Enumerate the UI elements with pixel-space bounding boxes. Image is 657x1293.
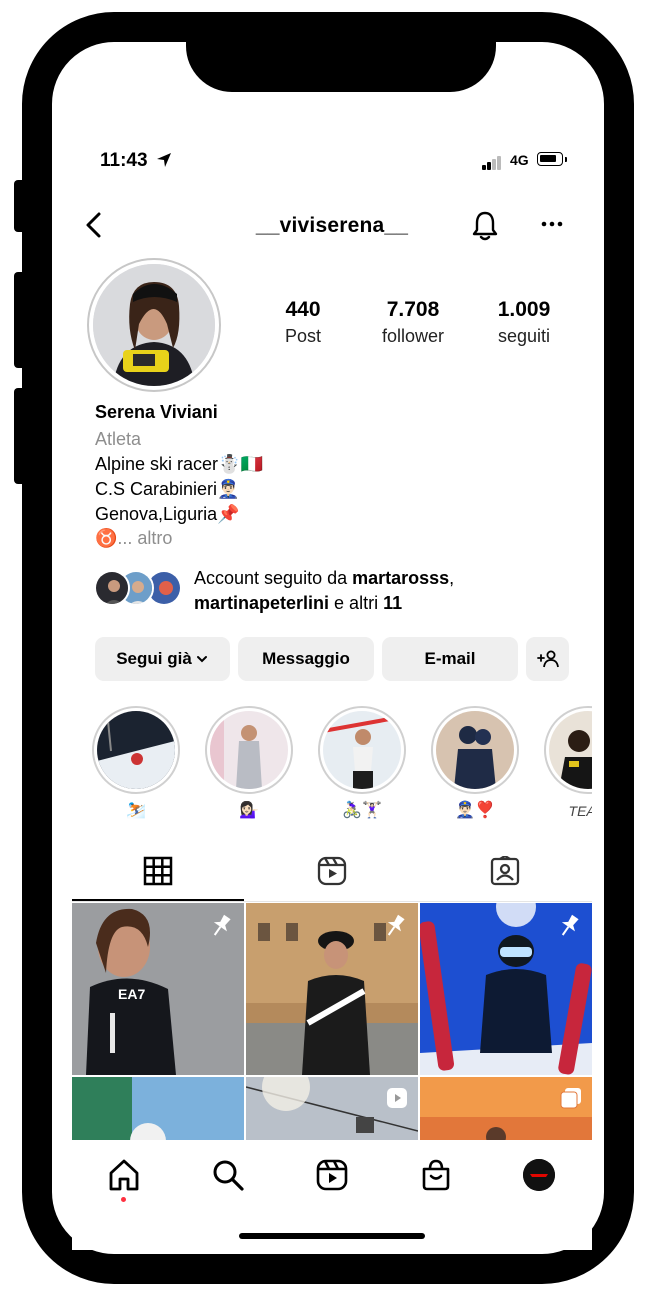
email-button-label: E-mail [424,649,476,668]
reels-icon[interactable] [317,856,347,886]
home-indicator [239,1233,425,1239]
carousel-icon [560,1088,581,1109]
bio-line-1: Alpine ski racer☃️🇮🇹 [95,454,263,474]
profile-username: __viviserena__ [255,214,409,237]
highlight-1[interactable] [92,706,180,794]
tagged-icon[interactable] [490,856,520,886]
battery-tip [565,157,567,162]
followed-by-middle: e altri [329,593,384,613]
followed-by-user-2: martinapeterlini [194,593,330,613]
bio-line-2: C.S Carabinieri👮🏻‍♂️ [95,479,240,499]
highlight-3[interactable] [318,706,406,794]
network-type: 4G [510,152,529,168]
pin-icon [387,914,405,936]
signal-icon [482,156,506,170]
stat-posts[interactable]: 440 Post [248,298,358,347]
location-arrow-icon [157,153,171,167]
highlight-5-image [549,711,592,789]
stat-following-value: 1.009 [497,298,551,321]
stat-followers-value: 7.708 [386,298,440,321]
profile-nav-avatar[interactable] [523,1159,555,1191]
highlight-5-label: TEAM [568,803,592,819]
followed-by-sep: , [449,568,455,588]
highlight-4-label: 👮🏻‍♂️❣️ [455,802,495,819]
following-button[interactable]: Segui già [95,637,230,681]
more-link[interactable]: ... altro [117,528,172,548]
pin-icon [561,914,579,936]
stat-following-label: seguiti [497,326,551,346]
phone-notch [186,12,496,92]
tab-divider [72,901,592,902]
highlight-1-label: ⛷️ [126,802,146,819]
bio-line-3: Genova,Liguria📌 [95,504,240,524]
followed-by-user-1: martarosss [352,568,450,588]
reel-badge-icon [387,1088,407,1108]
followed-by-prefix: Account seguito da [194,568,353,588]
chevron-down-icon [196,656,207,663]
screen: 11:43 4G __viviserena__ 440 Post 7.708 f… [72,130,592,1250]
stat-following[interactable]: 1.009 seguiti [469,298,579,347]
highlight-2-image [210,711,288,789]
profile-name: Serena Viviani [95,402,218,422]
status-time: 11:43 [100,150,148,171]
post-tile-3[interactable] [420,903,592,1075]
stat-followers[interactable]: 7.708 follower [358,298,468,347]
add-user-button[interactable] [526,637,569,681]
message-button-label: Messaggio [262,649,350,668]
home-icon[interactable] [107,1158,141,1192]
reels-nav-icon[interactable] [315,1158,349,1192]
follower-avatar-1 [94,570,130,606]
highlight-4-image [436,711,514,789]
bell-icon[interactable] [470,210,500,242]
svg-text:EA7: EA7 [118,986,145,1002]
search-icon[interactable] [211,1158,245,1192]
followed-by-count: 11 [383,593,403,613]
battery-icon [537,152,563,166]
highlight-1-image [97,711,175,789]
stat-posts-value: 440 [285,298,321,321]
message-button[interactable]: Messaggio [238,637,374,681]
highlight-2[interactable] [205,706,293,794]
following-button-label: Segui già [116,649,192,668]
more-options-icon[interactable] [540,212,564,236]
pin-icon [213,914,231,936]
bio-line-4: ♉... altro [95,528,172,549]
highlight-3-label: 🚴🏻‍♀️🏋🏻‍♀️ [342,802,382,819]
home-active-dot [121,1197,126,1202]
highlight-5[interactable] [544,706,592,794]
email-button[interactable]: E-mail [382,637,518,681]
highlight-4[interactable] [431,706,519,794]
profile-category: Atleta [95,429,142,449]
shop-icon[interactable] [419,1158,453,1192]
highlight-3-image [323,711,401,789]
taurus-emoji: ♉ [95,528,118,548]
grid-icon[interactable] [143,856,173,886]
stat-followers-label: follower [381,326,445,346]
add-user-icon [536,650,559,668]
stat-posts-label: Post [284,326,322,346]
profile-avatar[interactable] [93,264,215,386]
post-tile-2[interactable] [246,903,418,1075]
followed-by-text[interactable]: Account seguito da martarosss, martinapet… [194,566,584,616]
highlight-2-label: 💁🏻‍♀️ [239,802,259,819]
post-tile-1[interactable]: EA7 [72,903,244,1075]
